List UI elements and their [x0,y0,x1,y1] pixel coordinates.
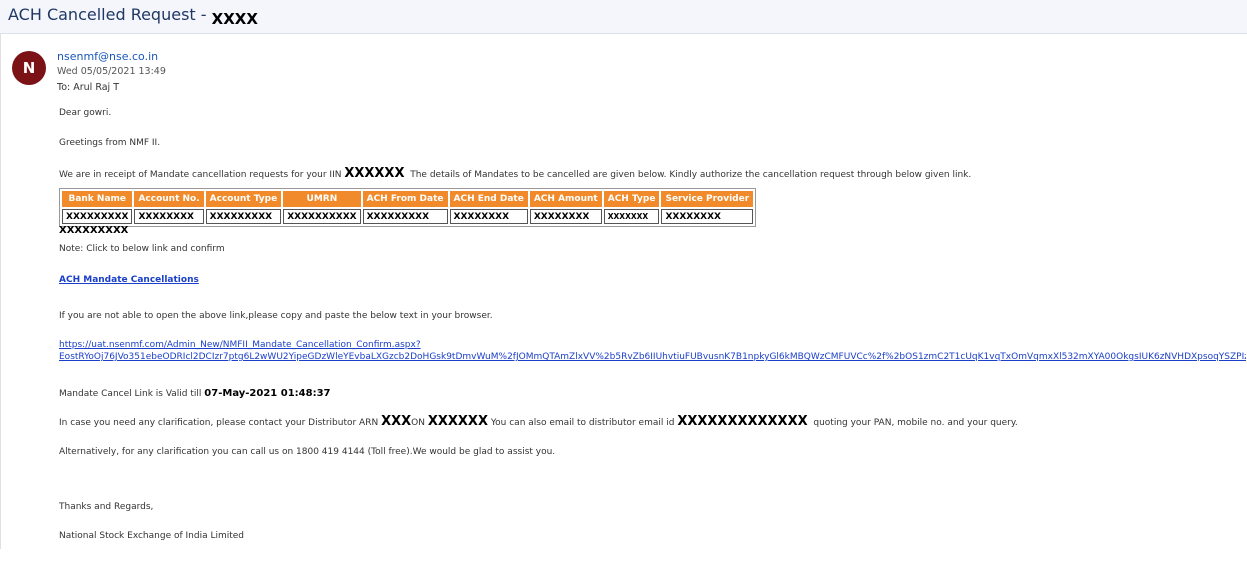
col-bank-name: Bank Name [62,191,133,207]
col-service-provider: Service Provider [661,191,754,207]
cell-ach-type: XXXXXXX [603,209,660,224]
email-subject: ACH Cancelled Request - XXXX [8,5,258,28]
clarification-line: In case you need any clarification, plea… [59,414,1018,429]
subject-masked: XXXX [211,10,258,28]
sent-date: Wed 05/05/2021 13:49 [57,66,166,77]
copy-paste-note: If you are not able to open the above li… [59,311,493,321]
cell-service-provider: XXXXXXXX [661,209,754,224]
url-line-1[interactable]: https://uat.nsenmf.com/Admin_New/NMFII_M… [59,340,421,350]
greeting: Dear gowri. [59,108,112,118]
valid-line: Mandate Cancel Link is Valid till 07-May… [59,388,331,399]
col-ach-type: ACH Type [603,191,660,207]
col-ach-from-date: ACH From Date [362,191,448,207]
cell-account-type: XXXXXXXXX [205,209,282,224]
cell-ach-amount: XXXXXXXX [529,209,602,224]
subject-bar: ACH Cancelled Request - XXXX [0,0,1247,34]
cell-account-no: XXXXXXXX [134,209,204,224]
col-ach-amount: ACH Amount [529,191,602,207]
url-line-2[interactable]: EostRYoOj76JVo351ebeODRIcl2DCIzr7ptg6L2w… [59,352,1246,362]
note-line: Note: Click to below link and confirm [59,244,225,254]
sender-avatar[interactable]: N [12,51,46,85]
email-masked: XXXXXXXXXXXXX [677,414,808,429]
recipient-line: To: Arul Raj T [57,82,119,93]
phone-masked: XXXXXX [427,414,488,429]
valid-date: 07-May-2021 01:48:37 [204,388,331,399]
mandate-table: Bank Name Account No. Account Type UMRN … [59,188,757,227]
organization-name: National Stock Exchange of India Limited [59,531,245,541]
to-label: To: [57,82,71,93]
iin-masked: XXXXXX [344,166,405,181]
col-account-type: Account Type [205,191,282,207]
greetings-line: Greetings from NMF II. [59,138,161,148]
thanks-line: Thanks and Regards, [59,502,154,512]
ach-mandate-cancellations-link[interactable]: ACH Mandate Cancellations [59,275,199,285]
cell-ach-from-date: XXXXXXXXX [362,209,448,224]
col-umrn: UMRN [283,191,361,207]
recipient-name[interactable]: Arul Raj T [73,82,119,93]
cell-umrn: XXXXXXXXXX [283,209,361,224]
col-ach-end-date: ACH End Date [449,191,528,207]
cell-bank-name: XXXXXXXXX [62,209,133,224]
sender-email[interactable]: nsenmf@nse.co.in [57,50,158,63]
alternative-line: Alternatively, for any clarification you… [59,447,556,457]
table-row: XXXXXXXXX XXXXXXXX XXXXXXXXX XXXXXXXXXX … [62,209,754,224]
under-table-masked: XXXXXXXXX [59,225,129,236]
col-account-no: Account No. [134,191,204,207]
arn-masked: XXX [381,414,412,429]
cell-ach-end-date: XXXXXXXX [449,209,528,224]
receipt-line: We are in receipt of Mandate cancellatio… [59,166,972,181]
mandate-table-header: Bank Name Account No. Account Type UMRN … [62,191,754,207]
